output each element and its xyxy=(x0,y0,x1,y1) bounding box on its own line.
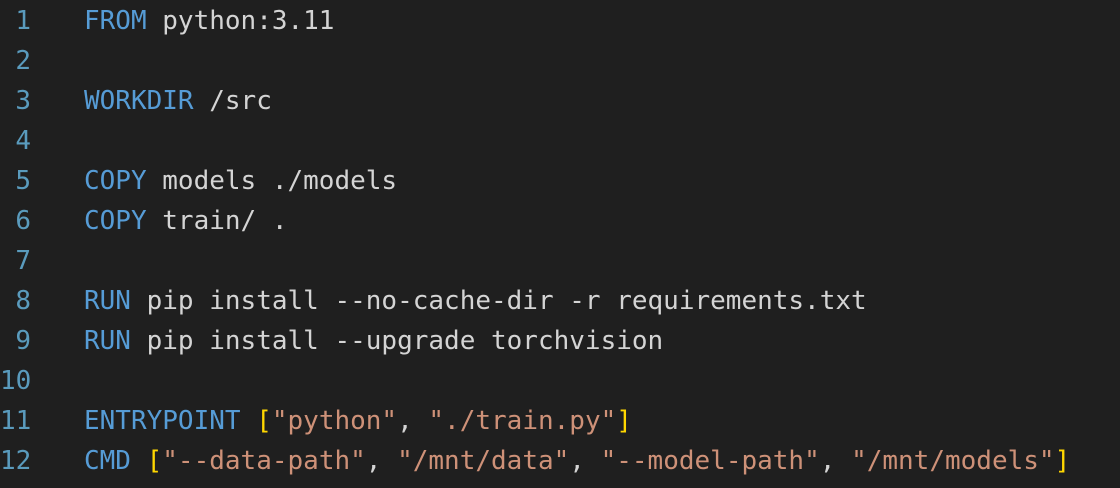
line-number: 11 xyxy=(0,406,32,436)
keyword-token: COPY xyxy=(84,206,147,236)
keyword-token: COPY xyxy=(84,166,147,196)
string-token: "/mnt/models" xyxy=(851,446,1055,476)
line-content[interactable]: WORKDIR /src xyxy=(84,81,272,121)
string-token: "/mnt/data" xyxy=(397,446,570,476)
bracket-token: [ xyxy=(256,406,272,436)
text-token: , xyxy=(569,446,601,476)
line-content[interactable]: CMD ["--data-path", "/mnt/data", "--mode… xyxy=(84,441,1070,481)
bracket-token: ] xyxy=(1054,446,1071,476)
line-number: 2 xyxy=(15,46,31,76)
text-token: /src xyxy=(193,86,272,116)
code-line[interactable]: 4 xyxy=(0,121,1120,161)
line-content[interactable]: COPY models ./models xyxy=(84,161,397,201)
line-content[interactable]: FROM python:3.11 xyxy=(84,1,334,41)
code-line[interactable]: 11 ENTRYPOINT ["python", "./train.py"] xyxy=(0,401,1120,441)
line-content[interactable]: COPY train/ . xyxy=(84,201,288,241)
line-number: 10 xyxy=(0,366,32,396)
bracket-token: ] xyxy=(616,406,632,436)
line-content[interactable]: ENTRYPOINT ["python", "./train.py"] xyxy=(84,401,632,441)
text-token: pip install --upgrade torchvision xyxy=(130,326,664,356)
code-line[interactable]: 8 RUN pip install --no-cache-dir -r requi… xyxy=(0,281,1120,321)
line-number: 12 xyxy=(0,446,32,476)
code-line[interactable]: 12 CMD ["--data-path", "/mnt/data", "--mo… xyxy=(0,441,1120,481)
line-number: 1 xyxy=(15,6,31,36)
line-number: 7 xyxy=(15,246,31,276)
code-line[interactable]: 6 COPY train/ . xyxy=(0,201,1120,241)
text-token: , xyxy=(397,406,429,436)
code-line[interactable]: 1 FROM python:3.11 xyxy=(0,1,1120,41)
keyword-token: RUN xyxy=(84,326,131,356)
code-line[interactable]: 5 COPY models ./models xyxy=(0,161,1120,201)
keyword-token: CMD xyxy=(84,446,131,476)
code-line[interactable]: 3 WORKDIR /src xyxy=(0,81,1120,121)
line-number: 9 xyxy=(15,326,31,356)
keyword-token: WORKDIR xyxy=(84,86,194,116)
string-token: "python" xyxy=(271,406,398,436)
code-editor[interactable]: 1 FROM python:3.11 2 3 WORKDIR /src 4 5 COPY mo… xyxy=(0,0,1120,488)
code-line[interactable]: 7 xyxy=(0,241,1120,281)
text-token: python:3.11 xyxy=(146,6,335,36)
text-token: , xyxy=(819,446,852,476)
text-token: train/ . xyxy=(146,206,288,236)
text-token: pip install --no-cache-dir -r requiremen… xyxy=(130,286,867,316)
code-line[interactable]: 9 RUN pip install --upgrade torchvision xyxy=(0,321,1120,361)
line-number: 6 xyxy=(15,206,31,236)
keyword-token: RUN xyxy=(84,286,131,316)
text-token: , xyxy=(365,446,398,476)
string-token: "./train.py" xyxy=(428,406,617,436)
line-number: 3 xyxy=(15,86,31,116)
line-content[interactable]: RUN pip install --no-cache-dir -r requir… xyxy=(84,281,867,321)
line-number: 8 xyxy=(15,286,31,316)
keyword-token: ENTRYPOINT xyxy=(84,406,241,436)
text-token: models ./models xyxy=(146,166,398,196)
bracket-token: [ xyxy=(146,446,163,476)
keyword-token: FROM xyxy=(84,6,147,36)
string-token: "--data-path" xyxy=(162,446,366,476)
string-token: "--model-path" xyxy=(600,446,820,476)
line-content[interactable]: RUN pip install --upgrade torchvision xyxy=(84,321,663,361)
code-line[interactable]: 2 xyxy=(0,41,1120,81)
line-number: 5 xyxy=(15,166,31,196)
code-line[interactable]: 10 xyxy=(0,361,1120,401)
line-number: 4 xyxy=(15,126,31,156)
